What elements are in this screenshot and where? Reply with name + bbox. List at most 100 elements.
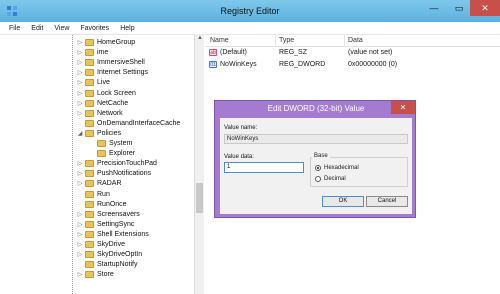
- tree-item-label: ime: [97, 49, 109, 57]
- expand-arrow-icon[interactable]: ▷: [76, 170, 84, 177]
- folder-icon: [85, 230, 94, 238]
- tree-item-store[interactable]: ▷ Store: [76, 269, 114, 280]
- radio-hexadecimal[interactable]: Hexadecimal: [315, 164, 359, 172]
- folder-icon: [85, 109, 94, 117]
- tree-item-label: ImmersiveShell: [97, 59, 145, 67]
- value-name-label: Value name:: [224, 125, 258, 131]
- radio-unselected-icon[interactable]: [315, 176, 321, 182]
- list-header: Name Type Data: [205, 35, 500, 47]
- menu-favorites[interactable]: Favorites: [80, 25, 109, 32]
- tree-item-label: HomeGroup: [97, 39, 136, 46]
- tree-item-label: System: [109, 140, 133, 147]
- cancel-button[interactable]: Cancel: [366, 196, 408, 207]
- expand-arrow-icon[interactable]: ▷: [76, 39, 84, 46]
- column-data[interactable]: Data: [348, 37, 363, 44]
- tree-item-label: Live: [97, 79, 110, 87]
- tree-item-label: Run: [97, 190, 110, 198]
- tree-item-label: StartupNotify: [97, 261, 138, 269]
- expand-arrow-icon[interactable]: ▷: [76, 221, 84, 228]
- scroll-thumb[interactable]: [196, 183, 203, 213]
- scroll-up-icon[interactable]: ▲: [195, 35, 205, 45]
- folder-icon: [85, 49, 94, 57]
- expand-arrow-icon[interactable]: ▷: [76, 231, 84, 238]
- expand-arrow-icon[interactable]: ▷: [76, 271, 84, 278]
- column-name[interactable]: Name: [210, 37, 229, 44]
- column-divider[interactable]: [275, 35, 276, 47]
- tree-item-label: Explorer: [109, 150, 136, 158]
- dialog-title: Edit DWORD (32-bit) Value: [267, 104, 365, 113]
- expand-arrow-icon[interactable]: ▷: [76, 251, 84, 258]
- list-row-default[interactable]: ab (Default) REG_SZ (value not set): [205, 48, 500, 58]
- folder-icon: [85, 261, 94, 269]
- row-name: NoWinKeys: [220, 61, 257, 68]
- tree-item-label: RunOnce: [97, 200, 127, 208]
- radio-selected-icon[interactable]: [315, 165, 321, 171]
- dialog-body: Value name: NoWinKeys Value data: 1 Base…: [220, 118, 412, 214]
- folder-icon: [85, 119, 94, 127]
- close-button[interactable]: ✕: [470, 0, 500, 16]
- expand-arrow-icon[interactable]: ▷: [76, 69, 84, 76]
- radio-dec-label: Decimal: [324, 176, 346, 182]
- folder-icon: [85, 241, 94, 248]
- expand-arrow-icon[interactable]: ▷: [76, 59, 84, 66]
- dword-value-icon: 01: [209, 61, 217, 68]
- tree-item-label: Screensavers: [97, 210, 140, 218]
- folder-icon: [85, 39, 94, 46]
- column-divider[interactable]: [344, 35, 345, 47]
- expand-arrow-icon[interactable]: ▷: [76, 211, 84, 218]
- tree-item-label: Network: [97, 109, 123, 117]
- tree-item-label: Internet Settings: [97, 69, 148, 77]
- menu-edit[interactable]: Edit: [31, 25, 43, 32]
- registry-tree: ▷ HomeGroup ▷ ime ▷ ImmersiveShell ▷ Internet S…: [0, 35, 204, 294]
- menu-view[interactable]: View: [54, 25, 69, 32]
- maximize-button[interactable]: ▭: [448, 0, 470, 16]
- radio-decimal[interactable]: Decimal: [315, 175, 346, 183]
- tree-guide-line: [72, 35, 73, 294]
- column-type[interactable]: Type: [279, 37, 294, 44]
- collapse-arrow-icon[interactable]: ◢: [76, 130, 84, 137]
- expand-arrow-icon[interactable]: ▷: [76, 241, 84, 248]
- tree-item-label: PrecisionTouchPad: [97, 160, 157, 168]
- folder-icon: [85, 200, 94, 208]
- folder-icon: [85, 160, 94, 168]
- row-data: 0x00000000 (0): [348, 61, 398, 68]
- edit-dword-dialog: Edit DWORD (32-bit) Value ✕ Value name: …: [214, 100, 416, 218]
- expand-arrow-icon[interactable]: ▷: [76, 79, 84, 86]
- folder-icon: [85, 79, 94, 87]
- menu-help[interactable]: Help: [120, 25, 134, 32]
- expand-arrow-icon[interactable]: ▷: [76, 160, 84, 167]
- tree-item-label: PushNotifications: [97, 170, 152, 178]
- value-data-input[interactable]: 1: [224, 162, 304, 173]
- expand-arrow-icon[interactable]: ▷: [76, 90, 84, 97]
- folder-icon: [85, 59, 94, 67]
- row-type: REG_SZ: [279, 49, 308, 56]
- expand-arrow-icon[interactable]: ▷: [76, 49, 84, 56]
- expand-arrow-icon[interactable]: ▷: [76, 110, 84, 117]
- folder-icon: [85, 190, 94, 198]
- minimize-button[interactable]: —: [423, 0, 445, 16]
- folder-icon: [97, 150, 106, 158]
- folder-icon: [85, 271, 94, 279]
- list-row-nowinkeys[interactable]: 01 NoWinKeys REG_DWORD 0x00000000 (0): [205, 60, 500, 70]
- tree-item-label: Policies: [97, 129, 122, 137]
- folder-icon: [85, 210, 94, 218]
- folder-icon: [85, 129, 94, 137]
- row-type: REG_DWORD: [279, 61, 326, 68]
- menu-file[interactable]: File: [9, 25, 20, 32]
- folder-icon: [85, 99, 94, 107]
- folder-icon: [85, 251, 94, 259]
- folder-icon: [85, 89, 94, 97]
- tree-scrollbar[interactable]: ▲: [194, 35, 204, 294]
- value-data-label: Value data:: [224, 154, 254, 160]
- tree-item-label: Lock Screen: [97, 89, 136, 97]
- expand-arrow-icon[interactable]: ▷: [76, 100, 84, 107]
- expand-arrow-icon[interactable]: ▷: [76, 180, 84, 187]
- folder-icon: [85, 180, 94, 188]
- menu-bar: File Edit View Favorites Help: [0, 22, 500, 35]
- ok-button[interactable]: OK: [322, 196, 364, 207]
- tree-item-label: OnDemandInterfaceCache: [97, 119, 181, 127]
- folder-icon: [85, 69, 94, 77]
- dialog-close-button[interactable]: ✕: [391, 101, 415, 114]
- base-label: Base: [312, 153, 330, 159]
- row-data: (value not set): [348, 49, 393, 56]
